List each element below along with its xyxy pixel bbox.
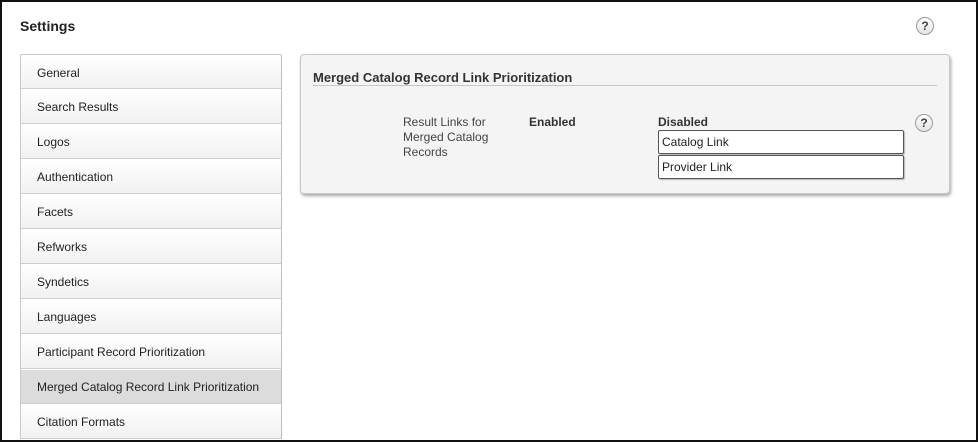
sidebar-item-syndetics[interactable]: Syndetics: [20, 264, 282, 299]
sidebar-item-merged-catalog-record-link-prioritization[interactable]: Merged Catalog Record Link Prioritizatio…: [20, 369, 282, 404]
provider-link-item[interactable]: Provider Link: [658, 155, 904, 179]
sidebar-item-search-results[interactable]: Search Results: [20, 89, 282, 124]
result-links-label: Result Links for Merged Catalog Records: [403, 115, 489, 159]
settings-window: Settings ? General Search Results Logos …: [0, 0, 978, 442]
page-title: Settings: [20, 18, 76, 34]
sidebar-item-languages[interactable]: Languages: [20, 299, 282, 334]
enabled-column-heading: Enabled: [529, 115, 576, 129]
link-prioritization-panel: Merged Catalog Record Link Prioritizatio…: [300, 54, 950, 194]
sidebar-item-logos[interactable]: Logos: [20, 124, 282, 159]
sidebar-item-participant-record-prioritization[interactable]: Participant Record Prioritization: [20, 334, 282, 369]
settings-sidebar: General Search Results Logos Authenticat…: [20, 54, 282, 439]
sidebar-item-authentication[interactable]: Authentication: [20, 159, 282, 194]
panel-help-icon[interactable]: ?: [915, 114, 933, 132]
sidebar-item-citation-formats[interactable]: Citation Formats: [20, 404, 282, 439]
catalog-link-item[interactable]: Catalog Link: [658, 130, 904, 154]
panel-divider: [313, 85, 937, 86]
help-icon[interactable]: ?: [916, 17, 934, 35]
sidebar-item-refworks[interactable]: Refworks: [20, 229, 282, 264]
panel-title: Merged Catalog Record Link Prioritizatio…: [313, 70, 573, 85]
sidebar-item-facets[interactable]: Facets: [20, 194, 282, 229]
sidebar-item-general[interactable]: General: [20, 54, 282, 89]
disabled-column-heading: Disabled: [658, 115, 709, 129]
